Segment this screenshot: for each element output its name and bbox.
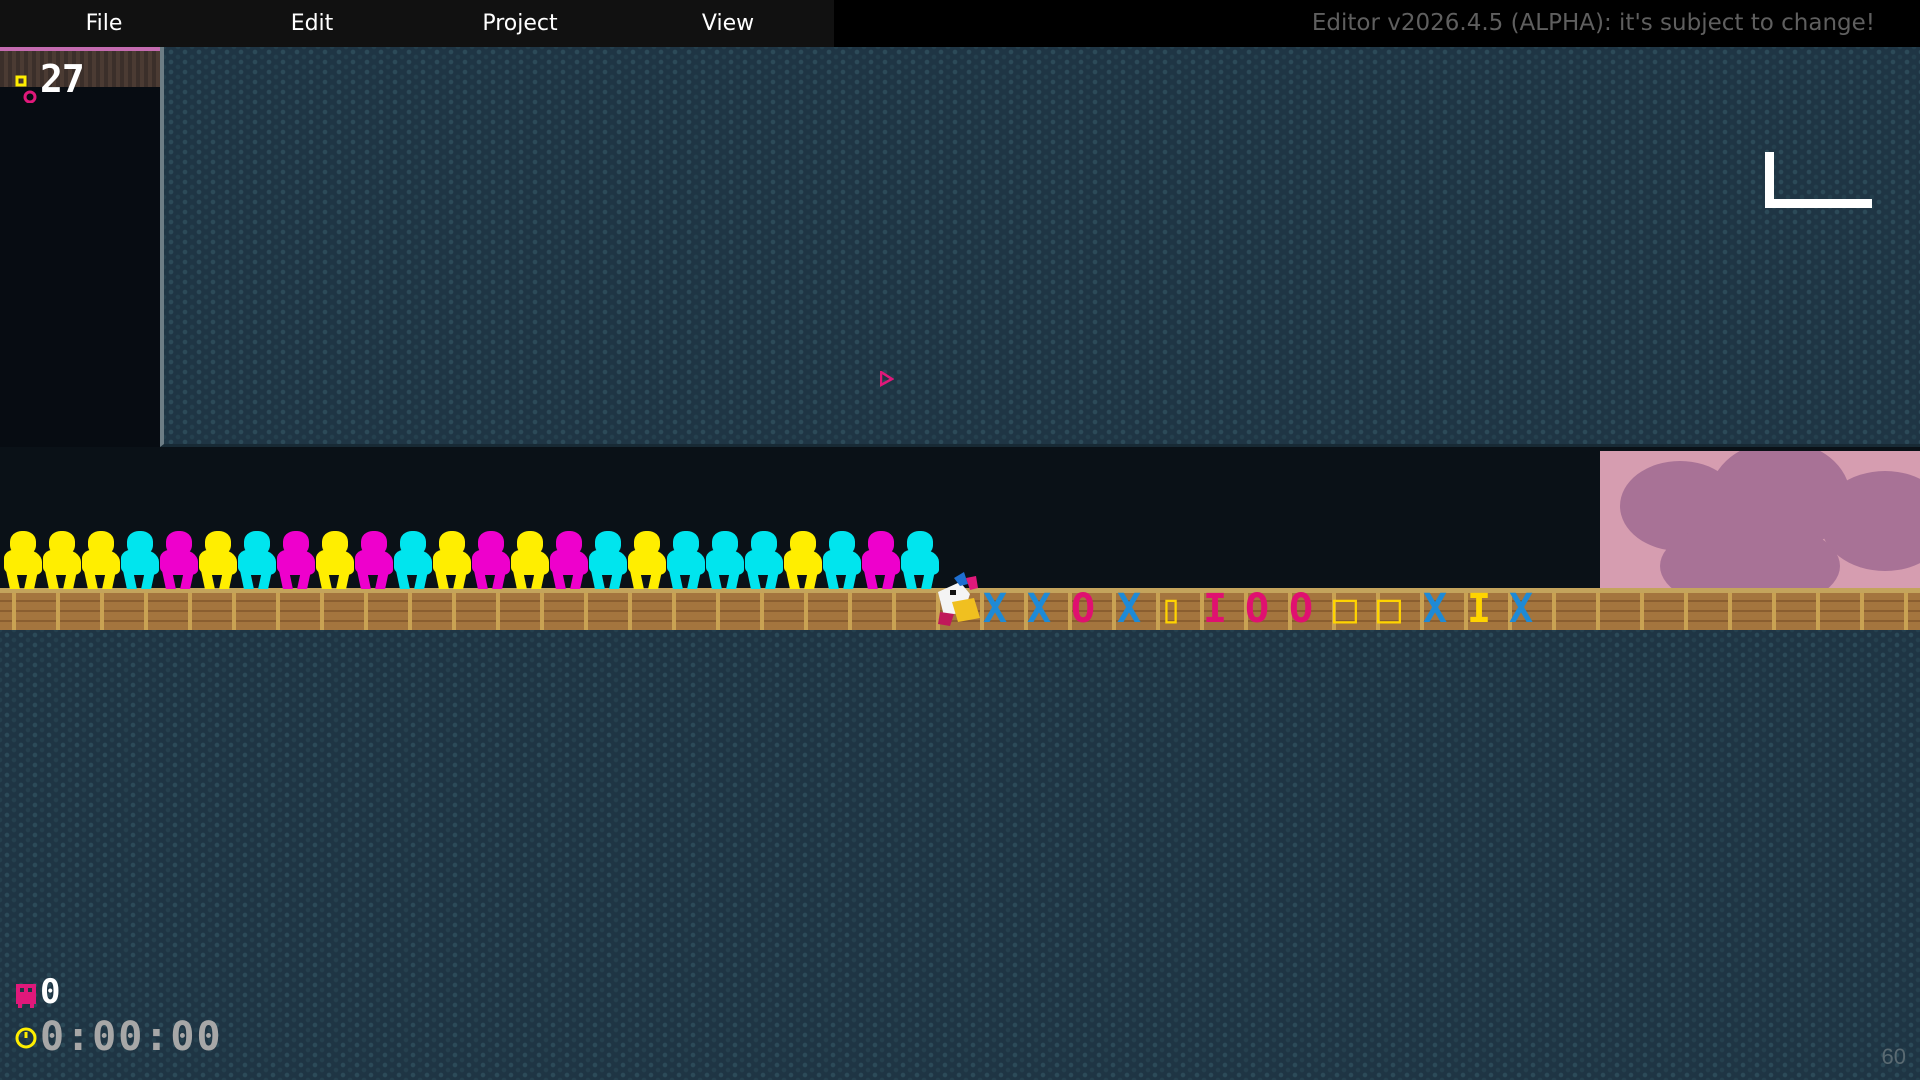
crowd-runner: [780, 531, 824, 589]
menu-edit[interactable]: Edit: [208, 0, 416, 47]
dark-cave: [0, 47, 160, 447]
crowd-runner: [0, 531, 44, 589]
crowd-runner: [117, 531, 161, 589]
glyph: I: [1202, 586, 1228, 632]
ceiling-edge: [0, 47, 160, 51]
crowd-runner: [507, 531, 551, 589]
death-count: 0: [40, 972, 61, 1012]
glyph: O: [1244, 586, 1270, 632]
glyph: O: [1288, 586, 1314, 632]
crowd-runner: [273, 531, 317, 589]
coin-count: 27: [40, 57, 85, 101]
crowd-runner: [741, 531, 785, 589]
crowd-runner: [702, 531, 746, 589]
lower-brick-wall: [0, 630, 1920, 1080]
game-viewport[interactable]: X X O X ▯ I O O □ □ X I X: [0, 47, 1920, 1080]
menu-project[interactable]: Project: [416, 0, 624, 47]
sky-background: [1600, 451, 1920, 591]
menu-view[interactable]: View: [624, 0, 832, 47]
crowd-runner: [78, 531, 122, 589]
crowd-runner: [819, 531, 863, 589]
glyph: X: [982, 586, 1008, 632]
camera-bracket-icon: [1765, 152, 1872, 208]
crowd-runner: [351, 531, 395, 589]
menu-file[interactable]: File: [0, 0, 208, 47]
fps-counter: 60: [1881, 1044, 1906, 1069]
coin-counter: 27: [14, 55, 85, 105]
crowd-runner: [585, 531, 629, 589]
death-counter: 0: [14, 972, 60, 1012]
timer-value: 0:00:00: [40, 1014, 223, 1060]
crowd-runner: [234, 531, 278, 589]
crowd-runner: [546, 531, 590, 589]
glyph: X: [1116, 586, 1142, 632]
crowd-runner: [195, 531, 239, 589]
clock-icon: [15, 1027, 37, 1049]
crowd-runner: [624, 531, 668, 589]
menu-group: File Edit Project View: [0, 0, 834, 47]
glyph: □: [1376, 586, 1402, 632]
timer: 0:00:00: [14, 1014, 221, 1060]
crowd-runner: [390, 531, 434, 589]
glyph: X: [1508, 586, 1534, 632]
crowd: [0, 527, 960, 589]
glyph: X: [1422, 586, 1448, 632]
coin-icon: [15, 75, 37, 104]
crowd-runner: [156, 531, 200, 589]
glyph: ▯: [1158, 586, 1184, 632]
glyph: □: [1332, 586, 1358, 632]
crowd-runner: [663, 531, 707, 589]
crowd-runner: [858, 531, 902, 589]
crowd-runner: [312, 531, 356, 589]
crowd-runner: [429, 531, 473, 589]
upper-brick-wall: [160, 47, 1920, 447]
glyph: O: [1070, 586, 1096, 632]
skull-icon: [16, 984, 36, 1008]
crowd-runner: [39, 531, 83, 589]
glyph: I: [1466, 586, 1492, 632]
crowd-runner: [468, 531, 512, 589]
version-banner: Editor v2026.4.5 (ALPHA): it's subject t…: [1311, 10, 1875, 36]
glyph: X: [1026, 586, 1052, 632]
cursor-icon: [880, 371, 894, 387]
menu-bar: File Edit Project View Editor v2026.4.5 …: [0, 0, 1920, 47]
